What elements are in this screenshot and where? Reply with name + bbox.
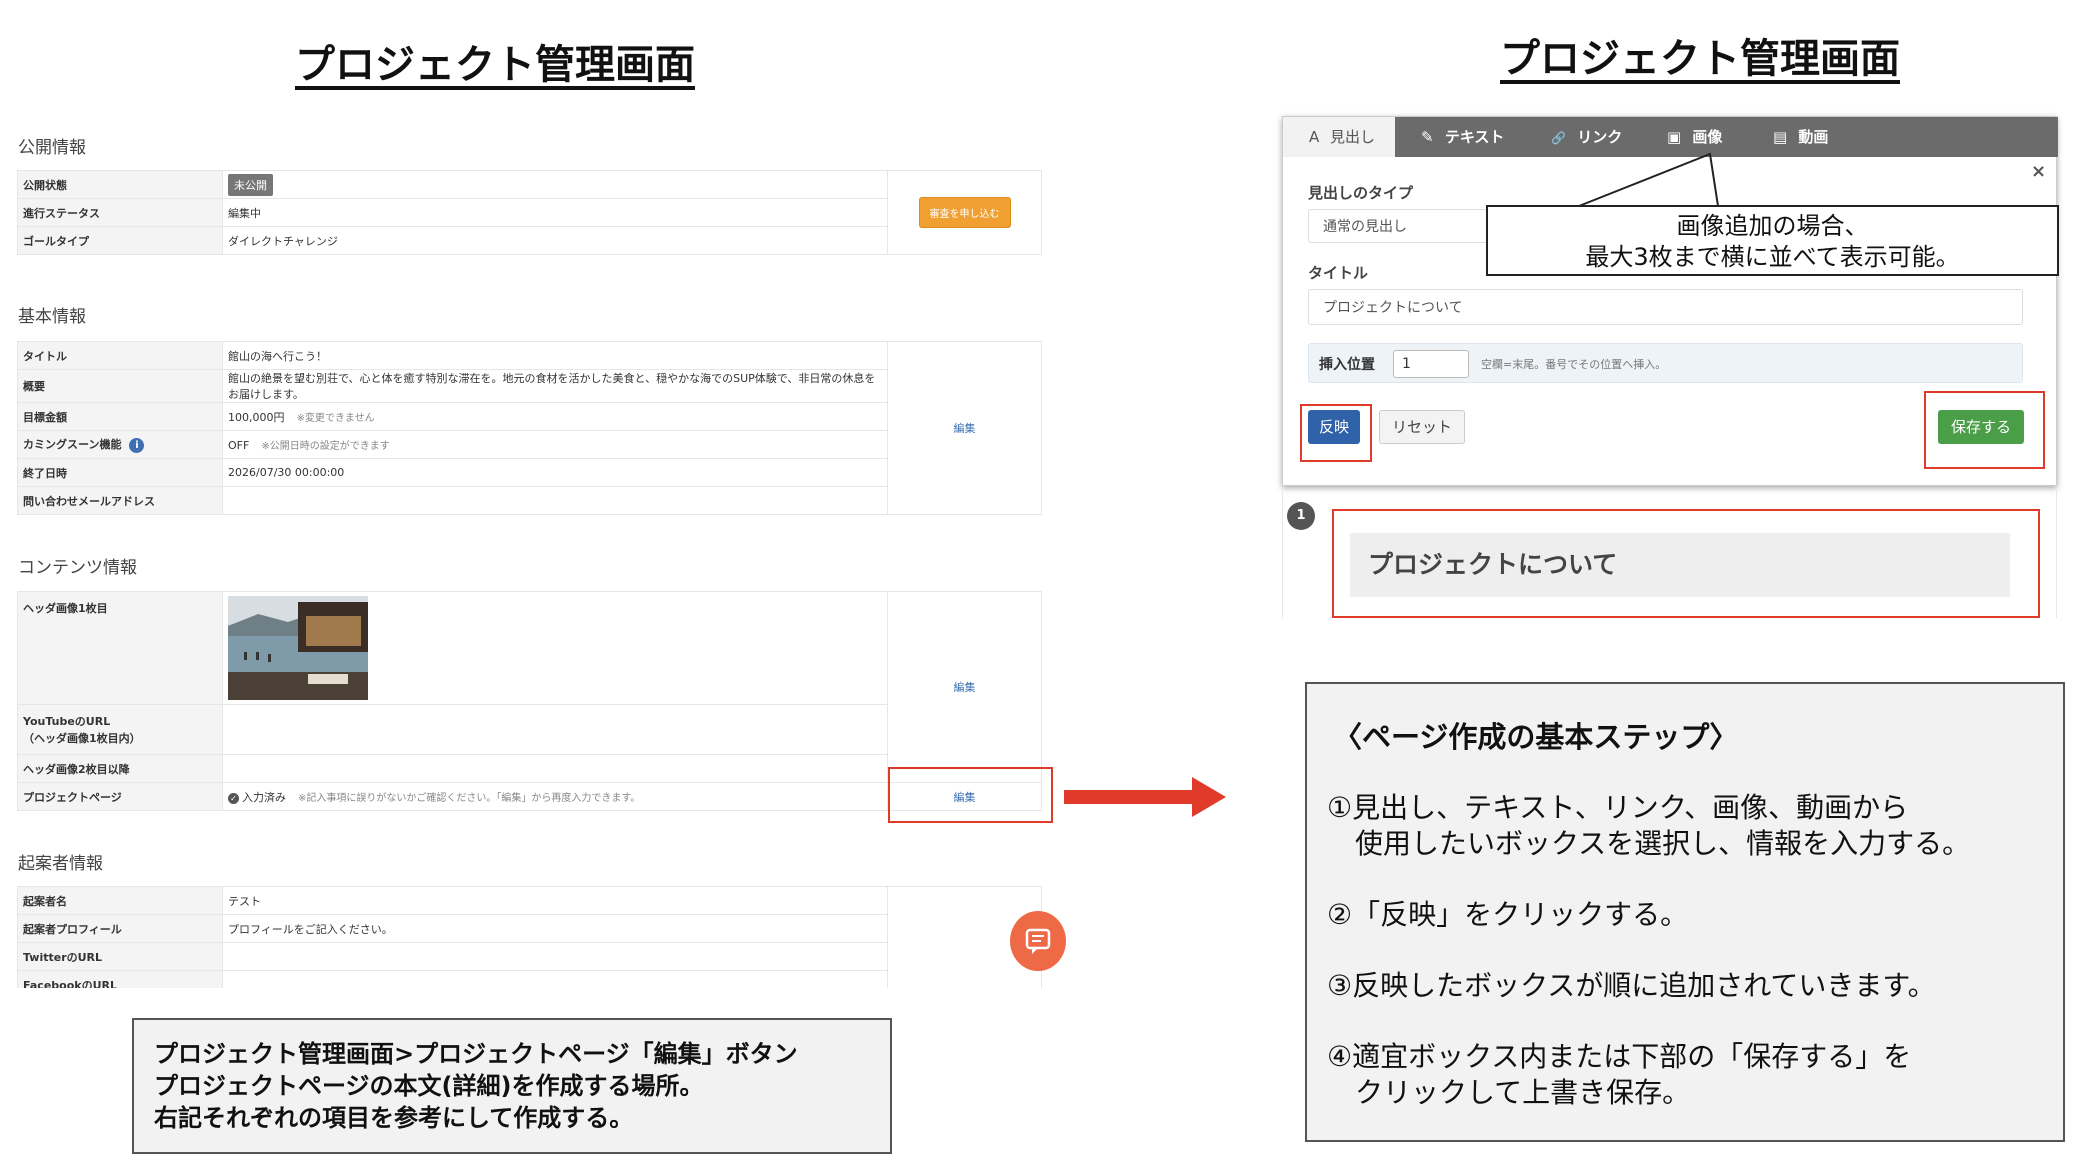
apply-review-button[interactable]: 審査を申し込む — [918, 197, 1011, 228]
row-label: 起案者名 — [17, 886, 223, 915]
heading-type-select[interactable]: 通常の見出し — [1308, 209, 1498, 243]
row-label: 概要 — [17, 369, 223, 403]
right-page-title: プロジェクト管理画面 — [1500, 36, 1900, 82]
row-value: 2026/07/30 00:00:00 — [222, 458, 888, 487]
row-label: 目標金額 — [17, 402, 223, 431]
row-label: タイトル — [17, 341, 223, 370]
row-label: 公開状態 — [17, 170, 223, 199]
row-value: プロフィールをご記入ください。 — [222, 914, 888, 943]
row-value: 100,000円 — [228, 410, 285, 424]
row-label: プロジェクトページ — [17, 782, 223, 811]
section-title-basic: 基本情報 — [18, 307, 86, 327]
film-icon: ▤ — [1773, 128, 1788, 146]
header-image-thumbnail — [228, 596, 368, 700]
insert-position-label: 挿入位置 — [1319, 357, 1375, 373]
row-value: 編集中 — [222, 198, 888, 227]
row-value — [222, 942, 888, 971]
row-label: ヘッダ画像2枚目以降 — [17, 754, 223, 783]
proposer-table-clip: 起案者名 テスト 起案者プロフィール プロフィールをご記入ください。 Twitt… — [17, 886, 1047, 988]
step-item: ②「反映」をクリックする。 — [1327, 898, 1689, 931]
chat-button[interactable] — [1010, 911, 1066, 971]
close-icon[interactable]: × — [2031, 161, 2046, 182]
project-page-edit-highlight — [888, 767, 1053, 823]
link-icon: 🔗 — [1551, 131, 1566, 145]
chat-icon — [1025, 928, 1051, 954]
tab-text[interactable]: ✎ テキスト — [1421, 117, 1504, 157]
caption-line: 右記それぞれの項目を参考にして作成する。 — [154, 1104, 634, 1132]
tab-label: 見出し — [1330, 128, 1376, 146]
steps-title: 〈ページ作成の基本ステップ〉 — [1333, 720, 1739, 754]
row-value: 館山の絶景を望む別荘で、心と体を癒す特別な滞在を。地元の食材を活かした美食と、穏… — [222, 369, 888, 403]
insert-position-input[interactable]: 1 — [1393, 350, 1469, 378]
caption-line: プロジェクトページの本文(詳細)を作成する場所。 — [154, 1072, 704, 1100]
right-arrow-icon — [1064, 777, 1226, 817]
row-note: ※変更できません — [296, 412, 375, 424]
basic-info-table: タイトル 館山の海へ行こう！ 編集 概要 館山の絶景を望む別荘で、心と体を癒す特… — [17, 341, 1042, 515]
tab-label: テキスト — [1444, 128, 1505, 146]
row-value — [222, 486, 888, 515]
step-item: ④適宜ボックス内または下部の「保存する」を クリックして上書き保存。 — [1327, 1040, 1912, 1109]
block-number-badge: 1 — [1287, 502, 1315, 530]
row-label: YouTubeのURL （ヘッダ画像1枚目内） — [17, 704, 223, 755]
public-info-table: 公開状態 未公開 審査を申し込む 進行ステータス 編集中 ゴールタイプ ダイレク… — [17, 170, 1042, 255]
preview-block-highlight — [1332, 509, 2040, 618]
row-value: OFF — [228, 439, 250, 452]
step-item: ③反映したボックスが順に追加されていきます。 — [1327, 969, 1936, 1002]
basic-edit-link[interactable]: 編集 — [954, 422, 976, 435]
pencil-icon: ✎ — [1421, 128, 1434, 146]
row-label: ゴールタイプ — [17, 226, 223, 255]
callout-line: 最大3枚まで横に並べて表示可能。 — [1585, 243, 1960, 271]
step-item: ①見出し、テキスト、リンク、画像、動画から 使用したいボックスを選択し、情報を入… — [1327, 791, 1971, 860]
row-label: 起案者プロフィール — [17, 914, 223, 943]
row-label: 問い合わせメールアドレス — [17, 486, 223, 515]
row-label: FacebookのURL — [17, 970, 223, 988]
title-input[interactable]: プロジェクトについて — [1308, 289, 2023, 325]
insert-position-row: 挿入位置 1 空欄=末尾。番号でその位置へ挿入。 — [1308, 343, 2023, 383]
row-note: ※公開日時の設定ができます — [261, 441, 390, 452]
row-value: テスト — [222, 886, 888, 915]
row-label: ヘッダ画像1枚目 — [17, 591, 223, 705]
check-icon: ✓ — [228, 792, 239, 804]
row-label: 進行ステータス — [17, 198, 223, 227]
image-icon: ▣ — [1667, 128, 1682, 146]
row-label: カミングスーン機能 — [23, 438, 122, 451]
row-value: 館山の海へ行こう！ — [222, 341, 888, 370]
save-button-highlight — [1924, 391, 2045, 469]
row-value — [222, 970, 888, 988]
left-caption-box: プロジェクト管理画面>プロジェクトページ「編集」ボタン プロジェクトページの本文… — [132, 1018, 892, 1154]
row-label: TwitterのURL — [17, 942, 223, 971]
section-title-proposer: 起案者情報 — [18, 854, 103, 874]
row-label: 終了日時 — [17, 458, 223, 487]
row-value — [222, 704, 888, 755]
row-value — [222, 754, 888, 783]
tab-label: 画像 — [1692, 128, 1723, 146]
tab-video[interactable]: ▤ 動画 — [1773, 117, 1828, 157]
proposer-info-table: 起案者名 テスト 起案者プロフィール プロフィールをご記入ください。 Twitt… — [17, 886, 1042, 988]
tab-label: リンク — [1577, 128, 1623, 146]
title-label: タイトル — [1308, 264, 1369, 282]
status-badge: 未公開 — [228, 173, 273, 196]
callout-line: 画像追加の場合、 — [1676, 212, 1869, 240]
content-edit-link[interactable]: 編集 — [954, 681, 976, 694]
caption-line: プロジェクト管理画面>プロジェクトページ「編集」ボタン — [154, 1040, 798, 1068]
insert-position-hint: 空欄=末尾。番号でその位置へ挿入。 — [1481, 358, 1667, 371]
tab-heading[interactable]: A 見出し — [1283, 117, 1395, 157]
section-title-content: コンテンツ情報 — [18, 558, 137, 578]
section-title-public: 公開情報 — [18, 138, 86, 158]
project-page-note: ※記入事項に誤りがないかご確認ください。「編集」から再度入力できます。 — [298, 792, 641, 804]
info-icon[interactable]: i — [129, 438, 145, 453]
image-tab-callout: 画像追加の場合、 最大3枚まで横に並べて表示可能。 — [1486, 205, 2059, 276]
project-page-status: 入力済み — [242, 790, 286, 804]
row-value: ダイレクトチャレンジ — [222, 226, 888, 255]
left-page-title: プロジェクト管理画面 — [295, 42, 695, 88]
tab-label: 動画 — [1798, 128, 1829, 146]
callout-pointer — [1573, 152, 1719, 209]
reset-button[interactable]: リセット — [1379, 410, 1465, 444]
apply-button-highlight — [1300, 404, 1372, 462]
heading-type-label: 見出しのタイプ — [1308, 184, 1414, 202]
heading-icon: A — [1309, 128, 1320, 146]
steps-box: 〈ページ作成の基本ステップ〉 ①見出し、テキスト、リンク、画像、動画から 使用し… — [1305, 682, 2065, 1142]
